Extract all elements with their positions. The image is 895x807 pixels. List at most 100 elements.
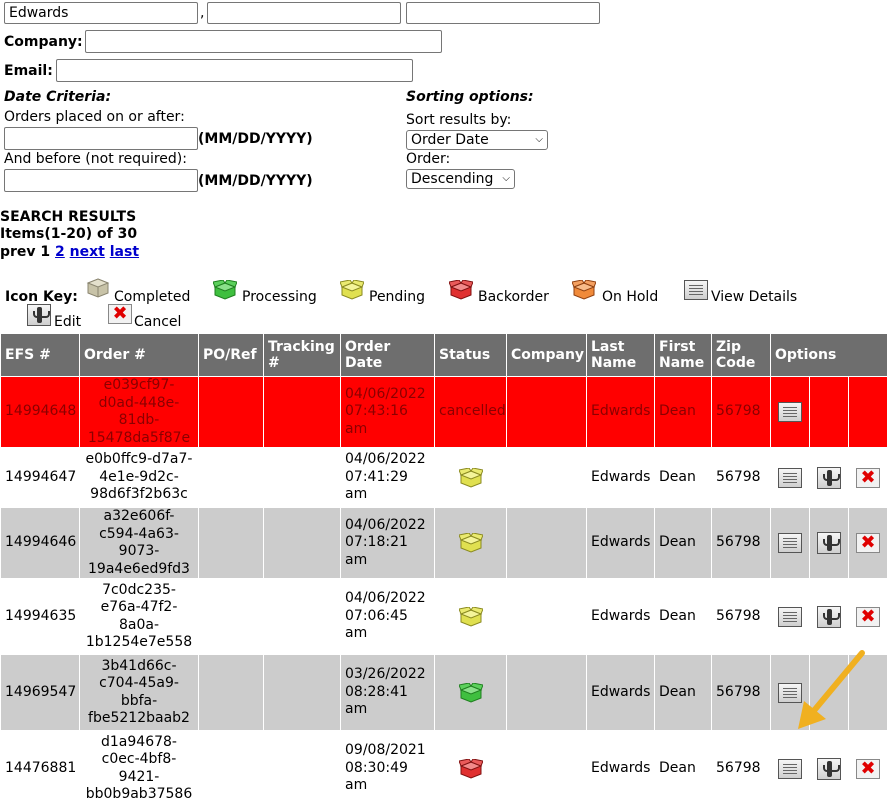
row-date: 04/06/2022 07:18:21 am (340, 507, 435, 579)
edit-wrench-icon[interactable] (817, 532, 841, 554)
sort-by-value: Order Date (411, 132, 489, 148)
col-order-date: Order Date (340, 333, 435, 377)
row-view-cell (770, 730, 810, 807)
edit-wrench-icon[interactable] (817, 757, 841, 780)
row-zip: 56798 (711, 507, 771, 579)
view-details-icon[interactable] (778, 467, 802, 488)
processing-box-icon (458, 682, 483, 703)
edit-wrench-icon[interactable] (817, 605, 841, 628)
sort-by-select[interactable]: Order Date ⌵ (406, 130, 548, 150)
row-efs: 14476881 (0, 730, 80, 807)
sort-by-label: Sort results by: (406, 112, 512, 128)
row-company (506, 654, 587, 731)
cancel-x-icon[interactable]: ✖ (856, 606, 881, 627)
row-company (506, 730, 587, 807)
row-status (434, 507, 507, 579)
row-date: 04/06/2022 07:41:29 am (340, 447, 435, 508)
col-zip: Zip Code (711, 333, 771, 377)
pager-last[interactable]: last (110, 244, 139, 260)
results-table: EFS # Order # PO/Ref Tracking # Order Da… (0, 333, 889, 807)
date-criteria-heading: Date Criteria: (4, 89, 112, 105)
middle-name-input[interactable] (406, 2, 600, 24)
cancel-x-icon: ✖ (108, 304, 132, 324)
view-details-icon[interactable] (778, 533, 802, 553)
row-tracking (263, 447, 341, 508)
row-efs: 14969547 (0, 654, 80, 731)
pager-current: 1 (40, 244, 51, 260)
pager-page-2[interactable]: 2 (55, 244, 65, 260)
orders-before-input[interactable] (4, 169, 198, 192)
row-status (434, 730, 507, 807)
row-zip: 56798 (711, 447, 771, 508)
pager: prev 1 2 next last (0, 244, 139, 260)
row-last: Edwards (586, 507, 655, 579)
row-date: 04/06/2022 07:06:45 am (340, 578, 435, 655)
row-zip: 56798 (711, 730, 771, 807)
view-details-icon[interactable] (778, 606, 802, 627)
table-row: 14476881 d1a94678-c0ec-4bf8-9421-bb0b9ab… (0, 730, 889, 807)
row-tracking (263, 578, 341, 655)
after-format-hint: (MM/DD/YYYY) (198, 131, 313, 147)
row-status (434, 447, 507, 508)
row-date: 09/08/2021 08:30:49 am (340, 730, 435, 807)
order-value: Descending (411, 171, 494, 187)
pager-next[interactable]: next (70, 244, 105, 260)
row-first: Dean (654, 376, 712, 448)
table-header-row: EFS # Order # PO/Ref Tracking # Order Da… (0, 333, 889, 377)
cancel-x-icon[interactable]: ✖ (856, 758, 881, 779)
results-count: Items(1-20) of 30 (0, 226, 138, 242)
row-efs: 14994635 (0, 578, 80, 655)
row-last: Edwards (586, 447, 655, 508)
row-company (506, 376, 587, 448)
icon-key-view-details (684, 280, 708, 300)
company-input[interactable] (85, 30, 442, 53)
row-po (198, 654, 264, 731)
row-zip: 56798 (711, 654, 771, 731)
row-last: Edwards (586, 654, 655, 731)
edit-wrench-icon[interactable] (817, 466, 841, 489)
col-last-name: Last Name (586, 333, 655, 377)
icon-key-processing (213, 280, 237, 300)
table-row: 14969547 3b41d66c-c704-45a9-bbfa-fbe5212… (0, 654, 889, 731)
row-tracking (263, 730, 341, 807)
col-tracking: Tracking # (263, 333, 341, 377)
processing-box-icon (213, 280, 237, 300)
row-po (198, 578, 264, 655)
row-tracking (263, 507, 341, 579)
cancel-x-icon[interactable]: ✖ (856, 467, 881, 488)
view-details-icon[interactable] (778, 402, 802, 422)
col-status: Status (434, 333, 507, 377)
pending-box-icon (458, 533, 483, 553)
row-empty-option (847, 376, 889, 448)
col-options: Options (769, 333, 889, 377)
order-select[interactable]: Descending ⌵ (406, 169, 515, 189)
row-order: 7c0dc235-e76a-47f2-8a0a-1b1254e7e558 (79, 578, 199, 655)
view-details-icon[interactable] (778, 758, 802, 779)
first-name-input[interactable] (207, 2, 401, 24)
email-input[interactable] (56, 59, 413, 82)
icon-key-cancel: ✖ (108, 304, 132, 324)
last-name-input[interactable] (4, 2, 198, 24)
row-status (434, 654, 507, 731)
email-label: Email: (4, 63, 53, 79)
row-po (198, 376, 264, 448)
row-efs: 14994646 (0, 507, 80, 579)
cancel-x-icon[interactable]: ✖ (856, 533, 881, 553)
row-cancel-cell: ✖ (847, 578, 889, 655)
row-order: a32e606f-c594-4a63-9073-19a4e6ed9fd3 (79, 507, 199, 579)
row-first: Dean (654, 507, 712, 579)
row-efs: 14994648 (0, 376, 80, 448)
row-view-cell (770, 447, 810, 508)
row-order: 3b41d66c-c704-45a9-bbfa-fbe5212baab2 (79, 654, 199, 731)
before-format-hint: (MM/DD/YYYY) (198, 173, 313, 189)
chevron-down-icon: ⌵ (502, 173, 510, 184)
orders-after-input[interactable] (4, 127, 198, 150)
col-company: Company (506, 333, 587, 377)
row-order: e039cf97-d0ad-448e-81db-15478da5f87e (79, 376, 199, 448)
row-po (198, 447, 264, 508)
row-first: Dean (654, 730, 712, 807)
icon-key-cancel-label: Cancel (134, 314, 182, 330)
view-details-icon (684, 280, 708, 300)
on-hold-box-icon (572, 280, 596, 300)
table-row: 14994647 e0b0ffc9-d7a7-4e1e-9d2c-98d6f3f… (0, 447, 889, 508)
